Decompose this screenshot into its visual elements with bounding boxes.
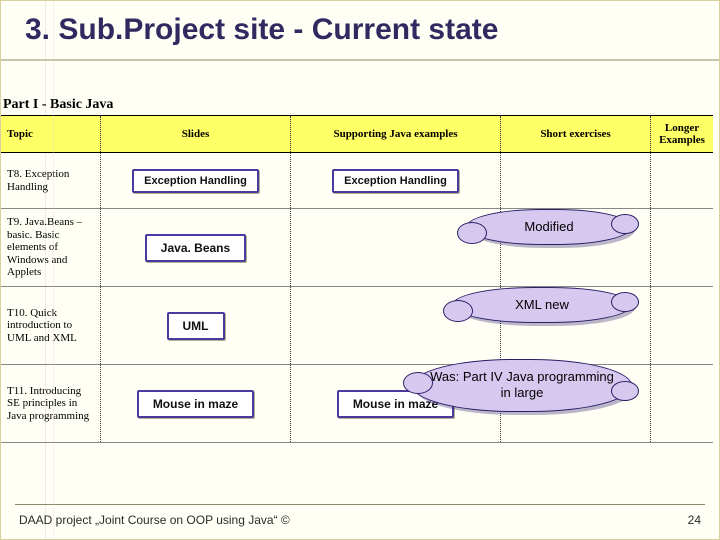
slide: 3. Sub.Project site - Current state Part… bbox=[0, 0, 720, 540]
exercises-cell: Modified bbox=[501, 209, 651, 286]
callout-text: XML new bbox=[515, 297, 569, 312]
examples-button[interactable]: Exception Handling bbox=[332, 169, 459, 193]
table-row: T10. Quick introduction to UML and XML U… bbox=[1, 287, 713, 365]
examples-cell: Exception Handling bbox=[291, 153, 501, 208]
col-examples: Supporting Java examples bbox=[291, 116, 501, 152]
table-row: T11. Introducing SE principles in Java p… bbox=[1, 365, 713, 443]
callout-text: Modified bbox=[524, 219, 573, 234]
slides-cell: UML bbox=[101, 287, 291, 364]
slides-cell: Exception Handling bbox=[101, 153, 291, 208]
callout-bubble: Modified bbox=[466, 209, 632, 245]
longer-cell bbox=[651, 365, 713, 442]
materials-table: Topic Slides Supporting Java examples Sh… bbox=[1, 115, 713, 443]
col-slides: Slides bbox=[101, 116, 291, 152]
exercises-cell: XML new bbox=[501, 287, 651, 364]
slides-cell: Mouse in maze bbox=[101, 365, 291, 442]
footer-credit: DAAD project „Joint Course on OOP using … bbox=[19, 513, 290, 527]
title-rule bbox=[1, 59, 719, 61]
longer-cell bbox=[651, 287, 713, 364]
topic-text: T10. Quick introduction to UML and XML bbox=[1, 287, 101, 364]
slide-footer: DAAD project „Joint Course on OOP using … bbox=[19, 513, 701, 527]
topic-text: T9. Java.Beans – basic. Basic elements o… bbox=[1, 209, 101, 286]
topic-text: T8. Exception Handling bbox=[1, 153, 101, 208]
table-row: T9. Java.Beans – basic. Basic elements o… bbox=[1, 209, 713, 287]
part-label: Part I - Basic Java bbox=[1, 97, 113, 113]
col-longer: Longer Examples bbox=[651, 116, 713, 152]
slides-button[interactable]: Java. Beans bbox=[145, 234, 246, 262]
page-number: 24 bbox=[688, 513, 701, 527]
longer-cell bbox=[651, 209, 713, 286]
col-topic: Topic bbox=[1, 116, 101, 152]
col-exercises: Short exercises bbox=[501, 116, 651, 152]
longer-cell bbox=[651, 153, 713, 208]
page-title: 3. Sub.Project site - Current state bbox=[25, 13, 498, 47]
topic-text: T11. Introducing SE principles in Java p… bbox=[1, 365, 101, 442]
slides-button[interactable]: Exception Handling bbox=[132, 169, 259, 193]
callout-bubble: Was: Part IV Java programming in large bbox=[412, 359, 632, 412]
footer-rule bbox=[15, 504, 705, 505]
table-row: T8. Exception Handling Exception Handlin… bbox=[1, 153, 713, 209]
exercises-cell: Was: Part IV Java programming in large bbox=[501, 365, 651, 442]
slides-button[interactable]: Mouse in maze bbox=[137, 390, 254, 418]
table-header: Topic Slides Supporting Java examples Sh… bbox=[1, 115, 713, 153]
exercises-cell bbox=[501, 153, 651, 208]
slides-cell: Java. Beans bbox=[101, 209, 291, 286]
callout-bubble: XML new bbox=[452, 287, 632, 323]
slides-button[interactable]: UML bbox=[167, 312, 225, 340]
